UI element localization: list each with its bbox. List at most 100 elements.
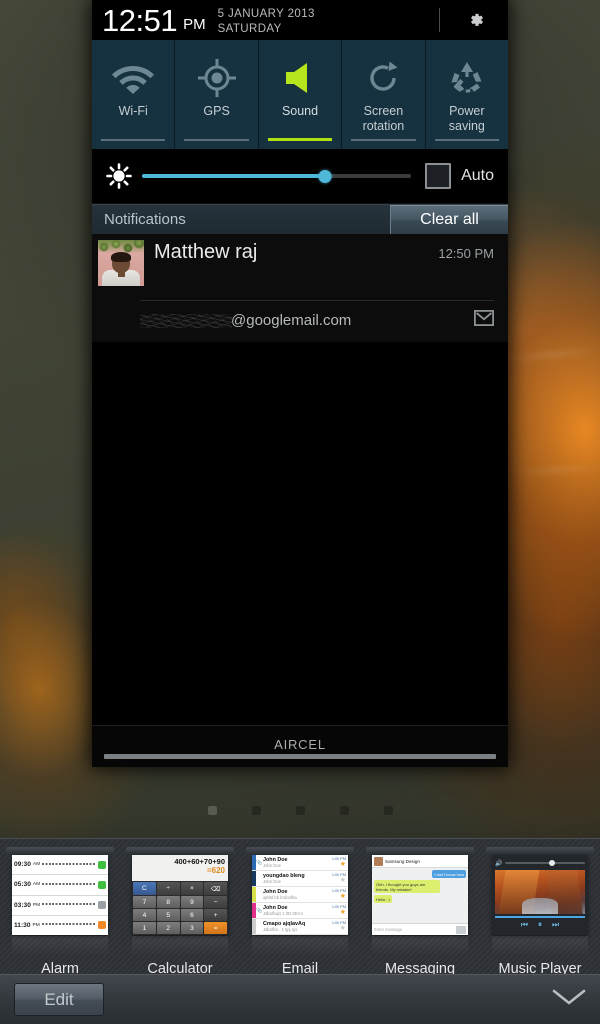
email-row: 📎 John Doe Jdbofbaj1 1 0D 8DA4 1:00 PM ★: [252, 903, 348, 919]
auto-brightness-checkbox[interactable]: [425, 163, 452, 189]
toggle-underline-active: [267, 138, 333, 141]
clock-date-block: 5 JANUARY 2013 SATURDAY: [218, 7, 315, 36]
transport-controls: ⏮ ⏸ ⏭: [495, 918, 585, 932]
calculator-key: =: [204, 922, 227, 934]
home-screen: 12:51 PM 5 JANUARY 2013 SATURDAY Wi-Fi G…: [0, 0, 600, 1024]
alarm-days: [42, 861, 96, 868]
calculator-key: 2: [156, 922, 180, 934]
page-dot[interactable]: [383, 806, 393, 815]
clear-all-button[interactable]: Clear all: [390, 204, 508, 235]
alarm-days: [42, 902, 96, 909]
message-bubble: Ohh, I thought you guys are friends. My …: [374, 880, 441, 893]
brightness-row: Auto: [92, 149, 508, 204]
alarm-toggle: [98, 880, 106, 889]
widget-reflection: [492, 936, 588, 956]
slider-thumb[interactable]: [318, 169, 332, 183]
redacted-username: [140, 313, 232, 328]
toggle-label: Wi-Fi: [118, 104, 148, 118]
alarm-preview: 09:30 AM 05:30 AM 03:30 PM 11:30 PM: [12, 855, 108, 935]
power-saving-icon: [448, 56, 486, 100]
previous-icon: ⏮: [520, 920, 528, 929]
brightness-icon: [104, 163, 134, 189]
email-text: John Doe ajMtd bb lrrdoofba: [262, 889, 331, 900]
calculator-key: 4: [133, 909, 156, 921]
sound-icon: [282, 56, 318, 100]
wifi-icon: [111, 56, 155, 100]
widget-alarm[interactable]: 09:30 AM 05:30 AM 03:30 PM 11:30 PM: [0, 847, 120, 961]
collapse-tray-button[interactable]: [552, 988, 586, 1011]
toggle-label: Screen rotation: [362, 104, 405, 133]
widget-email[interactable]: 📎 John Doe John Doe 1:00 PM ★ youngdao bleng J…: [240, 847, 360, 961]
volume-thumb: [549, 859, 556, 866]
alarm-row: 09:30 AM: [12, 855, 108, 876]
widget-thumbnail: 09:30 AM 05:30 AM 03:30 PM 11:30 PM: [12, 855, 108, 935]
wallpaper-highlight: [511, 464, 600, 476]
notification-time: 12:50 PM: [438, 246, 494, 261]
edit-button[interactable]: Edit: [14, 983, 104, 1016]
calculator-result: =620: [206, 866, 225, 875]
contact-avatar: [374, 856, 383, 866]
settings-button[interactable]: [462, 5, 492, 35]
toggle-power-saving[interactable]: Power saving: [425, 40, 509, 149]
shade-footer[interactable]: AIRCEL: [92, 725, 508, 767]
notification-shade: 12:51 PM 5 JANUARY 2013 SATURDAY Wi-Fi G…: [92, 0, 509, 767]
calculator-display: 400+60+70+90 =620: [132, 855, 228, 881]
email-text: youngdao bleng John Doe: [262, 873, 331, 884]
alarm-row: 05:30 AM: [12, 875, 108, 896]
notification-account: @googlemail.com: [140, 312, 351, 329]
calculator-key: 9: [180, 896, 204, 908]
toggle-gps[interactable]: GPS: [175, 40, 259, 149]
alarm-days: [41, 922, 96, 929]
toggle-sound[interactable]: Sound: [258, 40, 343, 149]
notification-header-row: Matthew raj 12:50 PM: [92, 240, 508, 286]
speaker-icon: 🔊: [495, 860, 503, 867]
shade-drag-handle[interactable]: [104, 754, 496, 759]
calculator-preview: 400+60+70+90 =620 C ÷ × ⌫ 7 8 9− 4 5 6 +1 2 3 =: [132, 855, 228, 935]
page-dot[interactable]: [295, 806, 305, 815]
email-meta: 1:00 PM ★: [331, 889, 348, 900]
page-dot-active[interactable]: [207, 806, 217, 815]
send-button: [456, 925, 466, 934]
album-art: [495, 870, 585, 914]
widget-thumbnail: Samsung Design I don't know how Ohh, I th…: [372, 855, 468, 935]
widget-music-player[interactable]: 🔊 ⏮ ⏸ ⏭: [480, 847, 600, 961]
calculator-key: ×: [180, 882, 204, 895]
alarm-days: [42, 881, 96, 888]
widget-calculator[interactable]: 400+60+70+90 =620 C ÷ × ⌫ 7 8 9− 4 5 6 +1 2 3 =: [120, 847, 240, 961]
calculator-key: 8: [156, 896, 180, 908]
widget-top-bar: [246, 847, 354, 855]
email-preview: 📎 John Doe John Doe 1:00 PM ★ youngdao bleng J…: [252, 855, 348, 935]
notification-item[interactable]: Matthew raj 12:50 PM @googlemail.com: [92, 234, 508, 342]
clock-weekday: SATURDAY: [217, 22, 282, 35]
toggle-screen-rotation[interactable]: Screen rotation: [342, 40, 426, 149]
widget-top-bar: [126, 847, 234, 855]
calculator-key: 6: [180, 909, 204, 921]
brightness-slider[interactable]: [142, 166, 412, 186]
star-icon: ★: [339, 861, 346, 868]
calculator-key: 3: [180, 922, 204, 934]
email-snippet: John Doe: [263, 863, 281, 868]
email-meta: 1:00 PM ★: [331, 905, 348, 916]
email-color-bar: [252, 919, 256, 934]
album-art-shape: [522, 898, 558, 914]
clock-time: 12:51: [102, 2, 178, 38]
widget-messaging[interactable]: Samsung Design I don't know how Ohh, I th…: [360, 847, 480, 961]
email-meta: 1:00 PM ★: [331, 921, 348, 932]
email-text: Cmapo ajqlavAq Jdbofbo - 1 tjpj aj1: [262, 921, 331, 932]
page-dot[interactable]: [339, 806, 349, 815]
volume-row: 🔊: [495, 858, 585, 868]
widget-reflection: [12, 936, 108, 956]
widget-thumbnail: 🔊 ⏮ ⏸ ⏭: [492, 855, 588, 935]
notification-account-row[interactable]: @googlemail.com: [92, 301, 508, 342]
email-meta: 1:00 PM ★: [331, 857, 348, 868]
widget-reflection: [132, 936, 228, 956]
next-icon: ⏭: [552, 920, 560, 929]
page-dot[interactable]: [251, 806, 261, 815]
carrier-label: AIRCEL: [274, 737, 326, 752]
toggle-wifi[interactable]: Wi-Fi: [92, 40, 176, 149]
notifications-title: Notifications: [104, 211, 186, 228]
widget-thumbnail: 400+60+70+90 =620 C ÷ × ⌫ 7 8 9− 4 5 6 +1 2 3 =: [132, 855, 228, 935]
alarm-ampm: PM: [32, 922, 40, 928]
calculator-key: ⌫: [204, 882, 227, 895]
star-icon: ★: [339, 925, 346, 932]
